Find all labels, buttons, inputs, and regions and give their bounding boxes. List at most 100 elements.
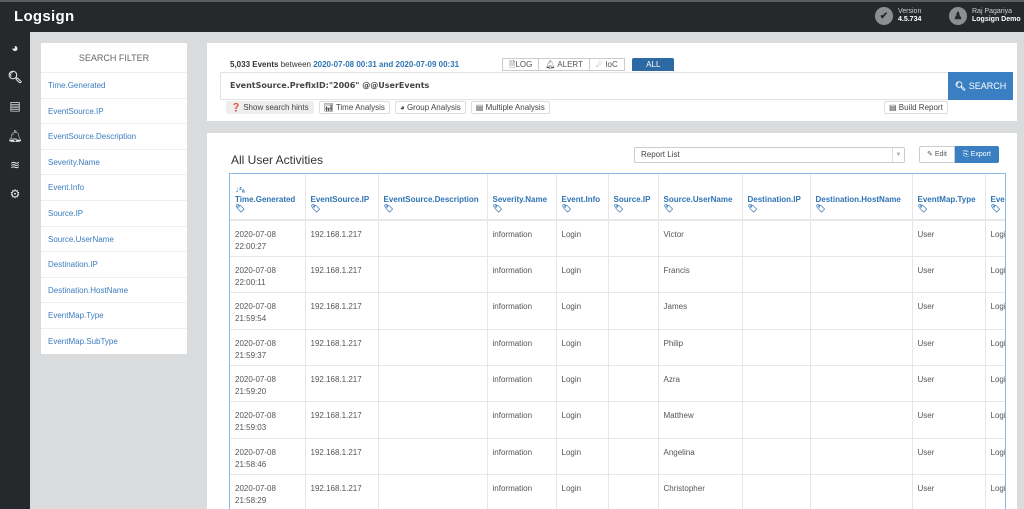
table-row[interactable]: 2020-07-08 21:59:54 192.168.1.217 informati…: [230, 292, 1005, 330]
cell-eventmap-type: User: [912, 220, 986, 257]
column-header-source-ip[interactable]: Source.IP 🏷︎: [608, 174, 659, 221]
table-row[interactable]: 2020-07-08 22:00:11 192.168.1.217 informati…: [230, 256, 1005, 294]
tag-icon[interactable]: 🏷︎: [493, 204, 551, 214]
tab-alert[interactable]: 🔔︎ ALERT: [538, 58, 589, 71]
wifi-icon[interactable]: ≋: [0, 158, 30, 172]
build-report-button[interactable]: ▤ Build Report: [884, 101, 948, 114]
column-header-eventmap-subtype[interactable]: EventMap.SubType🏷︎: [985, 174, 1006, 221]
range-end[interactable]: 2020-07-09 00:31: [396, 60, 460, 69]
filter-item-eventsource-ip[interactable]: EventSource.IP: [41, 99, 187, 125]
tag-icon[interactable]: 🏷︎: [816, 204, 907, 214]
bar-chart-icon: 📊︎: [323, 103, 334, 112]
tag-icon[interactable]: 🏷︎: [664, 204, 737, 214]
page-scrollbar[interactable]: [1017, 133, 1024, 509]
filter-item-severity-name[interactable]: Severity.Name: [41, 150, 187, 176]
cell-source-ip: [608, 474, 659, 509]
table-row[interactable]: 2020-07-08 21:59:37 192.168.1.217 informati…: [230, 329, 1005, 367]
table-row[interactable]: 2020-07-08 21:58:29 192.168.1.217 informati…: [230, 474, 1005, 509]
table-row[interactable]: 2020-07-08 21:59:03 192.168.1.217 informati…: [230, 401, 1005, 439]
search-icon[interactable]: 🔍︎: [0, 70, 30, 84]
time-date: 2020-07-08: [235, 230, 276, 239]
cell-destination-hostname: [810, 401, 913, 439]
column-header-severity-name[interactable]: Severity.Name 🏷︎: [487, 174, 557, 221]
cell-eventmap-type: User: [912, 329, 986, 367]
show-search-hints-button[interactable]: ❓ Show search hints: [226, 101, 314, 114]
id-card-icon[interactable]: ▤: [0, 99, 30, 113]
cell-eventsource-description: [378, 438, 488, 476]
export-button[interactable]: ⎘ Export: [955, 146, 999, 163]
time-date: 2020-07-08: [235, 447, 276, 457]
tag-icon[interactable]: 🏷︎: [235, 204, 300, 214]
column-header-eventsource-description[interactable]: EventSource.Description 🏷︎: [378, 174, 488, 221]
filter-item-eventmap-subtype[interactable]: EventMap.SubType: [41, 329, 187, 355]
tag-icon[interactable]: 🏷︎: [918, 204, 980, 214]
tag-icon[interactable]: 🏷︎: [311, 204, 373, 214]
search-filter-title: SEARCH FILTER: [41, 43, 187, 73]
tab-all[interactable]: ALL: [631, 58, 674, 71]
column-header-eventmap-type[interactable]: EventMap.Type 🏷︎: [912, 174, 986, 221]
results-table-container: ↓ᶻₐ Time.Generated 🏷︎ EventSource.IP 🏷︎ Eve…: [229, 173, 1006, 509]
filter-item-eventsource-description[interactable]: EventSource.Description: [41, 124, 187, 150]
table-row[interactable]: 2020-07-08 21:58:46 192.168.1.217 informati…: [230, 438, 1005, 476]
report-list-select[interactable]: Report List ▼: [634, 147, 905, 163]
column-header-eventsource-ip[interactable]: EventSource.IP 🏷︎: [305, 174, 379, 221]
table-row[interactable]: 2020-07-08 21:59:20 192.168.1.217 informati…: [230, 365, 1005, 403]
cell-time-generated: 2020-07-08 21:59:37: [230, 329, 306, 367]
cell-destination-hostname: [810, 474, 913, 509]
query-input[interactable]: EventSource.PrefixID:"2006" @@UserEvents: [220, 72, 948, 100]
search-button[interactable]: 🔍︎ SEARCH: [948, 72, 1013, 100]
filter-item-source-username[interactable]: Source.UserName: [41, 227, 187, 253]
cell-time-generated: 2020-07-08 21:58:29: [230, 474, 306, 509]
time-analysis-button[interactable]: 📊︎ Time Analysis: [318, 101, 390, 114]
column-label: EventMap.SubType: [990, 195, 1006, 204]
tag-icon[interactable]: 🏷︎: [748, 204, 805, 214]
tab-ioc[interactable]: ☄ IoC: [588, 58, 625, 71]
cell-source-ip: [608, 365, 659, 403]
pie-chart-icon: ◕: [399, 103, 405, 112]
edit-button[interactable]: ✎ Edit: [919, 146, 955, 163]
bell-icon[interactable]: 🔔︎: [0, 129, 30, 143]
results-panel: All User Activities Report List ▼ ✎ Edit…: [207, 133, 1017, 509]
cell-eventsource-description: [378, 401, 488, 439]
filter-item-time-generated[interactable]: Time.Generated: [41, 73, 187, 99]
table-row[interactable]: 2020-07-08 22:00:27 192.168.1.217 informati…: [230, 220, 1005, 257]
tag-icon[interactable]: 🏷︎: [991, 204, 1006, 214]
time-date: 2020-07-08: [235, 484, 276, 494]
bell-icon: 🔔︎: [545, 60, 556, 69]
tag-icon[interactable]: 🏷︎: [562, 204, 603, 214]
and-label: and: [379, 60, 394, 69]
group-analysis-button[interactable]: ◕ Group Analysis: [394, 101, 466, 114]
column-header-destination-hostname[interactable]: Destination.HostName 🏷︎: [810, 174, 913, 221]
column-header-destination-ip[interactable]: Destination.IP 🏷︎: [742, 174, 811, 221]
gear-icon[interactable]: ⚙: [0, 187, 30, 201]
cell-event-info: Login: [556, 474, 609, 509]
column-header-event-info[interactable]: Event.Info 🏷︎: [556, 174, 609, 221]
filter-item-destination-hostname[interactable]: Destination.HostName: [41, 278, 187, 304]
cell-event-info: Login: [556, 256, 609, 294]
app-logo[interactable]: Logsign: [14, 8, 74, 25]
column-header-time-generated[interactable]: ↓ᶻₐ Time.Generated 🏷︎: [230, 174, 306, 221]
column-header-source-username[interactable]: Source.UserName 🏷︎: [658, 174, 743, 221]
cell-time-generated: 2020-07-08 21:59:03: [230, 401, 306, 439]
column-label: Destination.IP: [747, 195, 801, 204]
filter-item-eventmap-type[interactable]: EventMap.Type: [41, 303, 187, 329]
cell-eventsource-ip: 192.168.1.217: [305, 365, 379, 403]
tag-icon[interactable]: 🏷︎: [614, 204, 653, 214]
user-menu[interactable]: ♟ Raj Pagariya Logsign Demo: [949, 7, 1021, 25]
tag-icon[interactable]: 🏷︎: [384, 204, 482, 214]
filter-item-destination-ip[interactable]: Destination.IP: [41, 252, 187, 278]
range-start[interactable]: 2020-07-08 00:31: [313, 60, 377, 69]
time-time: 21:58:46: [235, 459, 267, 469]
cell-destination-hostname: [810, 365, 913, 403]
tab-log[interactable]: 🗎LOG: [502, 58, 539, 71]
cell-source-username: Christopher: [658, 474, 743, 509]
search-icon: 🔍︎: [954, 81, 967, 91]
filter-item-source-ip[interactable]: Source.IP: [41, 201, 187, 227]
sort-desc-icon[interactable]: ↓ᶻₐ: [235, 186, 300, 194]
dashboard-icon[interactable]: ◕: [0, 41, 30, 55]
multiple-analysis-button[interactable]: ▤ Multiple Analysis: [470, 101, 550, 114]
event-count: 5,033 Events: [230, 60, 279, 69]
filter-item-event-info[interactable]: Event.Info: [41, 175, 187, 201]
cell-eventsource-ip: 192.168.1.217: [305, 220, 379, 257]
search-button-label: SEARCH: [968, 81, 1007, 91]
